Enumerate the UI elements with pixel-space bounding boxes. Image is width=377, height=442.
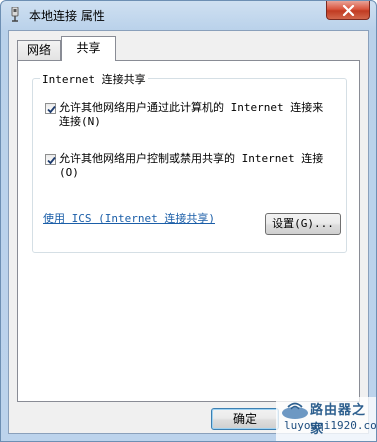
sharing-tab-panel: Internet 连接共享 允许其他网络用户通过此计算机的 Internet 连… (17, 60, 360, 402)
ok-button[interactable]: 确定 (211, 408, 279, 430)
close-button[interactable] (326, 1, 370, 20)
settings-button[interactable]: 设置(G)... (265, 213, 341, 235)
network-adapter-icon (9, 6, 21, 23)
close-icon (342, 5, 355, 16)
ics-help-link[interactable]: 使用 ICS (Internet 连接共享) (43, 210, 215, 226)
window-title: 本地连接 属性 (29, 9, 105, 23)
site-watermark: 路由器之家 luyouqi1920.com (276, 397, 376, 441)
checkmark-icon (47, 105, 56, 114)
dialog-client-area: 网络 共享 Internet 连接共享 允许其他网络用户通过此计算机的 Inte… (8, 30, 369, 434)
title-bar[interactable]: 本地连接 属性 (1, 1, 376, 29)
tab-sharing[interactable]: 共享 (61, 36, 116, 61)
allow-control-checkbox[interactable] (45, 154, 56, 165)
allow-control-label: 允许其他网络用户控制或禁用共享的 Internet 连接(O) (59, 152, 324, 179)
watermark-url: luyouqi1920.com (284, 419, 377, 432)
allow-connect-label: 允许其他网络用户通过此计算机的 Internet 连接来连接(N) (59, 101, 324, 128)
allow-connect-checkbox[interactable] (45, 103, 56, 114)
properties-window: 本地连接 属性 网络 共享 Internet 连接共享 允许其他网络用户通过此计… (0, 0, 377, 442)
group-label: Internet 连接共享 (40, 71, 148, 87)
tab-network[interactable]: 网络 (17, 40, 61, 60)
router-logo-icon (280, 399, 310, 421)
ics-groupbox: Internet 连接共享 允许其他网络用户通过此计算机的 Internet 连… (32, 71, 347, 253)
checkmark-icon (47, 156, 56, 165)
